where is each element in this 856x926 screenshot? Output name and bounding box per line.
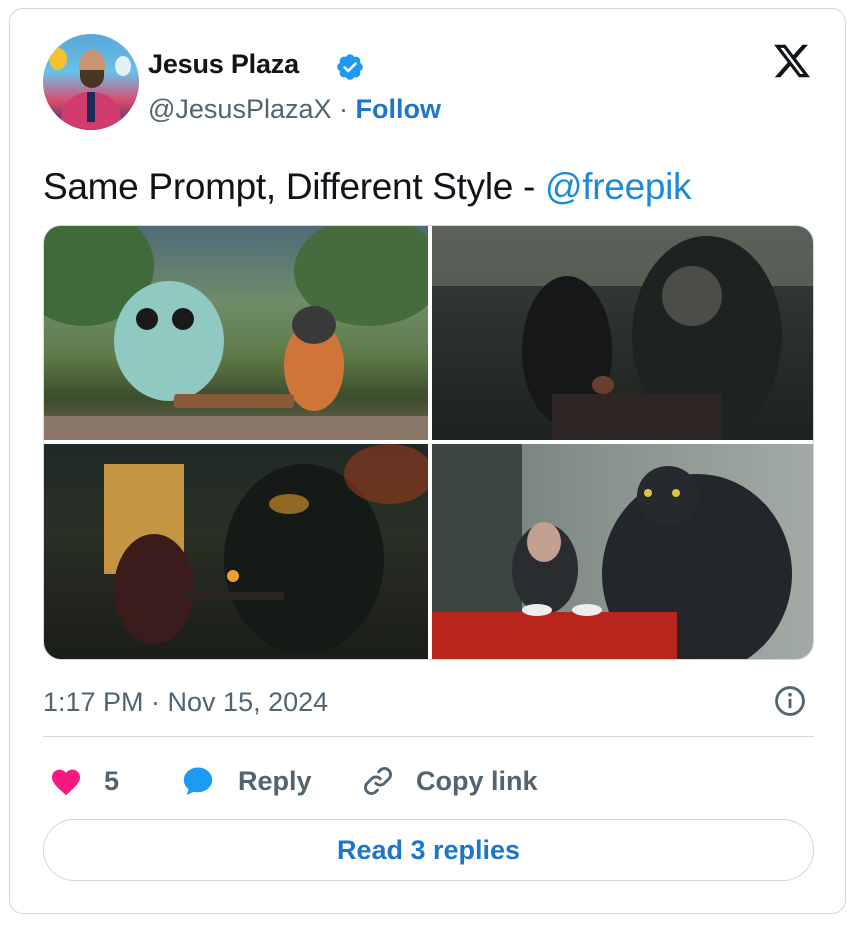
divider	[43, 736, 814, 737]
copy-link-button[interactable]: Copy link	[360, 761, 538, 801]
copy-link-label: Copy link	[416, 765, 538, 796]
info-icon[interactable]	[773, 684, 807, 718]
separator-dot: ·	[339, 94, 356, 124]
like-count: 5	[104, 765, 120, 796]
read-replies-button[interactable]: Read 3 replies	[43, 819, 814, 881]
like-button[interactable]: 5	[50, 761, 119, 801]
media-image-4[interactable]	[432, 444, 813, 659]
x-logo-icon[interactable]	[770, 41, 814, 81]
reply-button[interactable]: Reply	[180, 761, 312, 801]
verified-badge-icon	[337, 54, 363, 80]
tweet-body: Same Prompt, Different Style -	[43, 166, 546, 207]
mention-link[interactable]: @freepik	[545, 166, 692, 207]
tweet-text: Same Prompt, Different Style - @freepik	[43, 166, 692, 208]
tweet-embed-card: Jesus Plaza @JesusPlazaX · Follow Same P…	[9, 8, 846, 914]
avatar-beard	[80, 70, 104, 88]
reply-label: Reply	[238, 765, 312, 796]
media-image-2[interactable]	[432, 226, 813, 440]
link-icon	[364, 767, 392, 795]
avatar-background-balloon	[115, 56, 131, 76]
heart-icon	[52, 769, 80, 796]
author-handle[interactable]: @JesusPlazaX	[148, 94, 332, 124]
handle-row: @JesusPlazaX · Follow	[148, 94, 441, 125]
media-image-1[interactable]	[44, 226, 428, 440]
avatar[interactable]	[43, 34, 139, 130]
author-name[interactable]: Jesus Plaza	[148, 49, 299, 80]
avatar-background-balloon	[49, 48, 67, 70]
avatar-tie	[87, 92, 95, 122]
media-image-3[interactable]	[44, 444, 428, 659]
media-grid	[43, 225, 814, 660]
reply-bubble-icon	[183, 767, 213, 796]
tweet-timestamp[interactable]: 1:17 PM · Nov 15, 2024	[43, 687, 328, 718]
follow-link[interactable]: Follow	[356, 94, 441, 124]
